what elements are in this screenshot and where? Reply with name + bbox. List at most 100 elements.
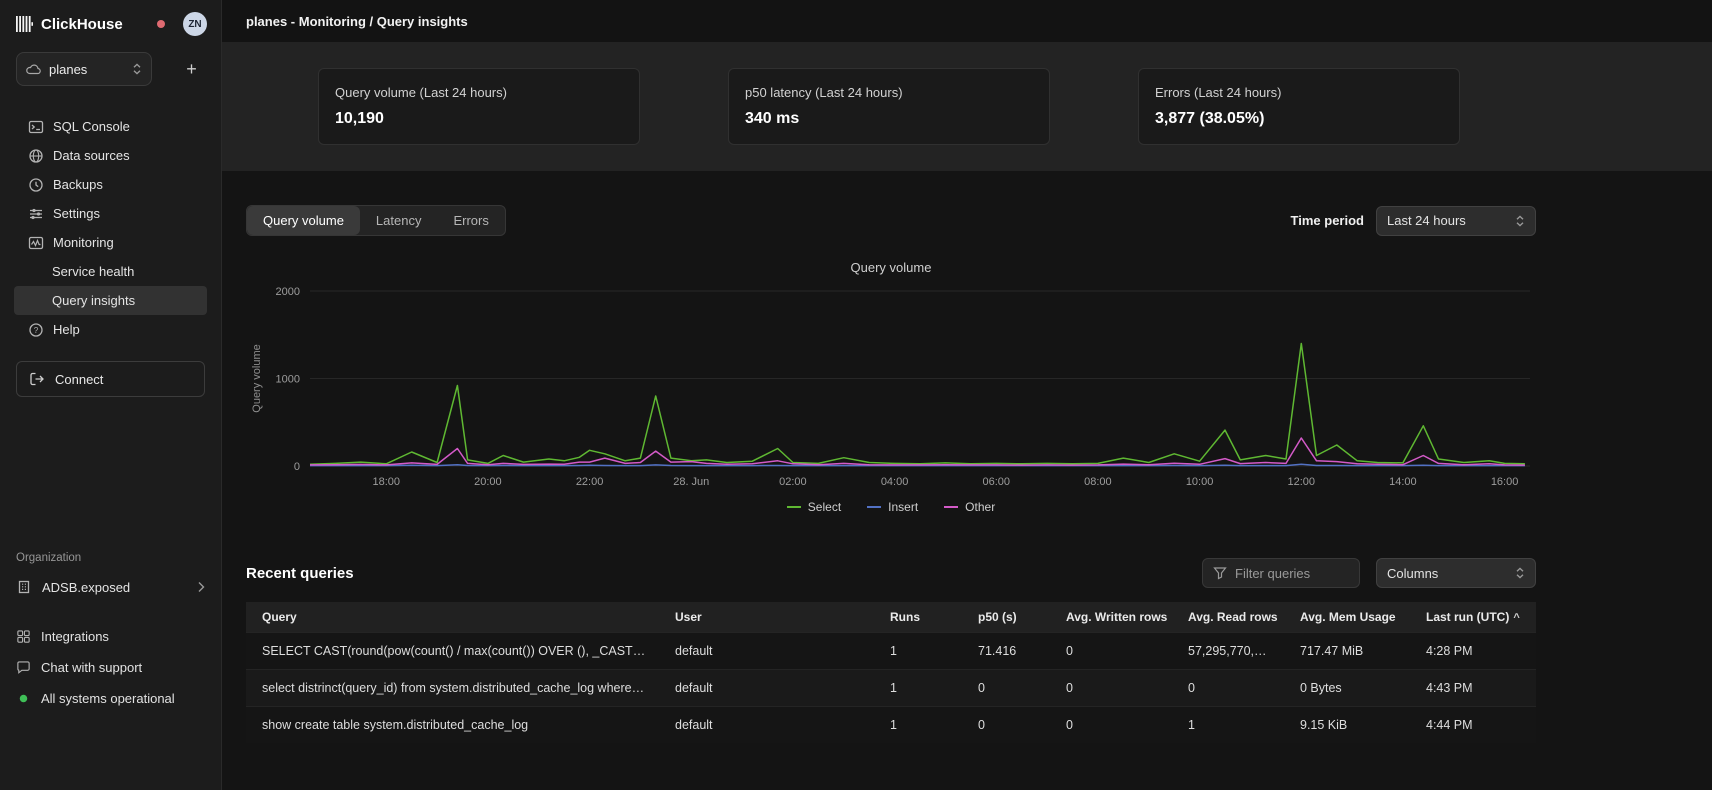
legend-item-insert[interactable]: Insert	[867, 500, 918, 514]
col-header-last-run[interactable]: Last run (UTC) ^	[1412, 602, 1536, 633]
service-cloud-icon	[26, 63, 41, 75]
cell-user: default	[661, 707, 876, 744]
sidebar-item-label: Service health	[52, 264, 134, 279]
clock-restore-icon	[28, 177, 44, 193]
chevron-right-icon	[197, 581, 205, 593]
chart-title: Query volume	[246, 260, 1536, 275]
legend-label: Other	[965, 500, 995, 514]
clickhouse-logo-icon	[16, 16, 33, 32]
time-period-label: Time period	[1291, 213, 1364, 228]
stat-label: Errors (Last 24 hours)	[1155, 85, 1443, 100]
cell-p50: 0	[964, 707, 1052, 744]
stats-band: Query volume (Last 24 hours) 10,190 p50 …	[222, 42, 1712, 171]
footer-item-label: All systems operational	[41, 691, 175, 706]
columns-select[interactable]: Columns	[1376, 558, 1536, 588]
sidebar-item-settings[interactable]: Settings	[14, 199, 207, 228]
chart-tabs: Query volume Latency Errors	[246, 205, 506, 236]
organization-item[interactable]: ADSB.exposed	[0, 573, 221, 601]
notification-dot	[157, 20, 165, 28]
sidebar-item-monitoring[interactable]: Monitoring	[14, 228, 207, 257]
system-status-item[interactable]: All systems operational	[16, 685, 205, 712]
add-service-button[interactable]: +	[178, 55, 205, 83]
sidebar-item-service-health[interactable]: Service health	[14, 257, 207, 286]
table-row[interactable]: show create table system.distributed_cac…	[246, 707, 1536, 744]
sidebar-item-label: Monitoring	[53, 235, 114, 250]
connect-button[interactable]: Connect	[16, 361, 205, 397]
tab-query-volume[interactable]: Query volume	[247, 206, 360, 235]
recent-queries-table: Query User Runs p50 (s) Avg. Written row…	[246, 602, 1536, 743]
top-bar: planes - Monitoring / Query insights	[222, 0, 1712, 42]
connect-icon	[29, 371, 45, 387]
cell-avg-written: 0	[1052, 633, 1174, 670]
sidebar-item-query-insights[interactable]: Query insights	[14, 286, 207, 315]
pulse-chart-icon	[28, 235, 44, 251]
cell-last-run: 4:44 PM	[1412, 707, 1536, 744]
help-icon: ?	[28, 322, 44, 338]
tab-errors[interactable]: Errors	[437, 206, 504, 235]
col-header-last-run-label: Last run (UTC)	[1426, 610, 1509, 624]
cell-runs: 1	[876, 707, 964, 744]
col-header-avg-written[interactable]: Avg. Written rows	[1052, 602, 1174, 633]
cell-query[interactable]: SELECT CAST(round(pow(count() / max(coun…	[246, 633, 661, 670]
cell-avg-written: 0	[1052, 670, 1174, 707]
legend-mark-other	[944, 506, 958, 508]
legend-item-select[interactable]: Select	[787, 500, 841, 514]
building-icon	[16, 579, 32, 595]
cell-query[interactable]: show create table system.distributed_cac…	[246, 707, 661, 744]
sidebar-item-integrations[interactable]: Integrations	[16, 623, 205, 650]
chevron-up-down-icon	[132, 62, 142, 76]
sidebar-item-data-sources[interactable]: Data sources	[14, 141, 207, 170]
col-header-avg-mem[interactable]: Avg. Mem Usage	[1286, 602, 1412, 633]
svg-text:08:00: 08:00	[1084, 476, 1112, 488]
recent-queries-header: Recent queries Columns	[246, 558, 1536, 588]
stat-card-errors: Errors (Last 24 hours) 3,877 (38.05%)	[1138, 68, 1460, 145]
brand-name: ClickHouse	[41, 16, 123, 33]
sidebar-item-backups[interactable]: Backups	[14, 170, 207, 199]
cell-avg-mem: 0 Bytes	[1286, 670, 1412, 707]
sidebar-header: ClickHouse ZN	[0, 0, 221, 46]
cell-user: default	[661, 670, 876, 707]
sidebar-item-label: Backups	[53, 177, 103, 192]
cell-user: default	[661, 633, 876, 670]
sidebar-item-sql-console[interactable]: SQL Console	[14, 112, 207, 141]
sidebar-item-help[interactable]: ? Help	[14, 315, 207, 344]
recent-queries-controls: Columns	[1202, 558, 1536, 588]
table-row[interactable]: SELECT CAST(round(pow(count() / max(coun…	[246, 633, 1536, 670]
stat-value: 10,190	[335, 110, 623, 128]
sidebar-item-chat-support[interactable]: Chat with support	[16, 654, 205, 681]
svg-text:Query volume: Query volume	[251, 344, 263, 412]
col-header-runs[interactable]: Runs	[876, 602, 964, 633]
sort-asc-icon: ^	[1513, 612, 1519, 624]
svg-text:02:00: 02:00	[779, 476, 807, 488]
cell-avg-mem: 717.47 MiB	[1286, 633, 1412, 670]
svg-text:06:00: 06:00	[982, 476, 1010, 488]
cell-query[interactable]: select distrinct(query_id) from system.d…	[246, 670, 661, 707]
col-header-p50[interactable]: p50 (s)	[964, 602, 1052, 633]
legend-mark-select	[787, 506, 801, 508]
filter-queries-input[interactable]	[1235, 566, 1349, 581]
legend-item-other[interactable]: Other	[944, 500, 995, 514]
stat-card-query-volume: Query volume (Last 24 hours) 10,190	[318, 68, 640, 145]
table-row[interactable]: select distrinct(query_id) from system.d…	[246, 670, 1536, 707]
svg-text:?: ?	[34, 325, 39, 334]
col-header-query[interactable]: Query	[246, 602, 661, 633]
svg-text:1000: 1000	[276, 374, 300, 386]
tab-latency[interactable]: Latency	[360, 206, 438, 235]
avatar[interactable]: ZN	[183, 12, 207, 36]
chat-icon	[16, 660, 31, 675]
query-volume-chart[interactable]: 01000200018:0020:0022:0028. Jun02:0004:0…	[246, 279, 1536, 494]
stat-value: 3,877 (38.05%)	[1155, 110, 1443, 128]
sidebar-footer: Integrations Chat with support All syste…	[0, 601, 221, 790]
service-selector-row: planes +	[0, 46, 221, 92]
cell-last-run: 4:43 PM	[1412, 670, 1536, 707]
svg-text:10:00: 10:00	[1186, 476, 1214, 488]
chevron-up-down-icon	[1515, 214, 1525, 228]
time-period-select[interactable]: Last 24 hours	[1376, 206, 1536, 236]
sidebar: ClickHouse ZN planes + SQL Console	[0, 0, 222, 790]
chart-legend: Select Insert Other	[246, 500, 1536, 514]
service-selector[interactable]: planes	[16, 52, 152, 86]
operational-status-icon	[16, 691, 31, 706]
col-header-avg-read[interactable]: Avg. Read rows	[1174, 602, 1286, 633]
svg-text:12:00: 12:00	[1287, 476, 1315, 488]
col-header-user[interactable]: User	[661, 602, 876, 633]
